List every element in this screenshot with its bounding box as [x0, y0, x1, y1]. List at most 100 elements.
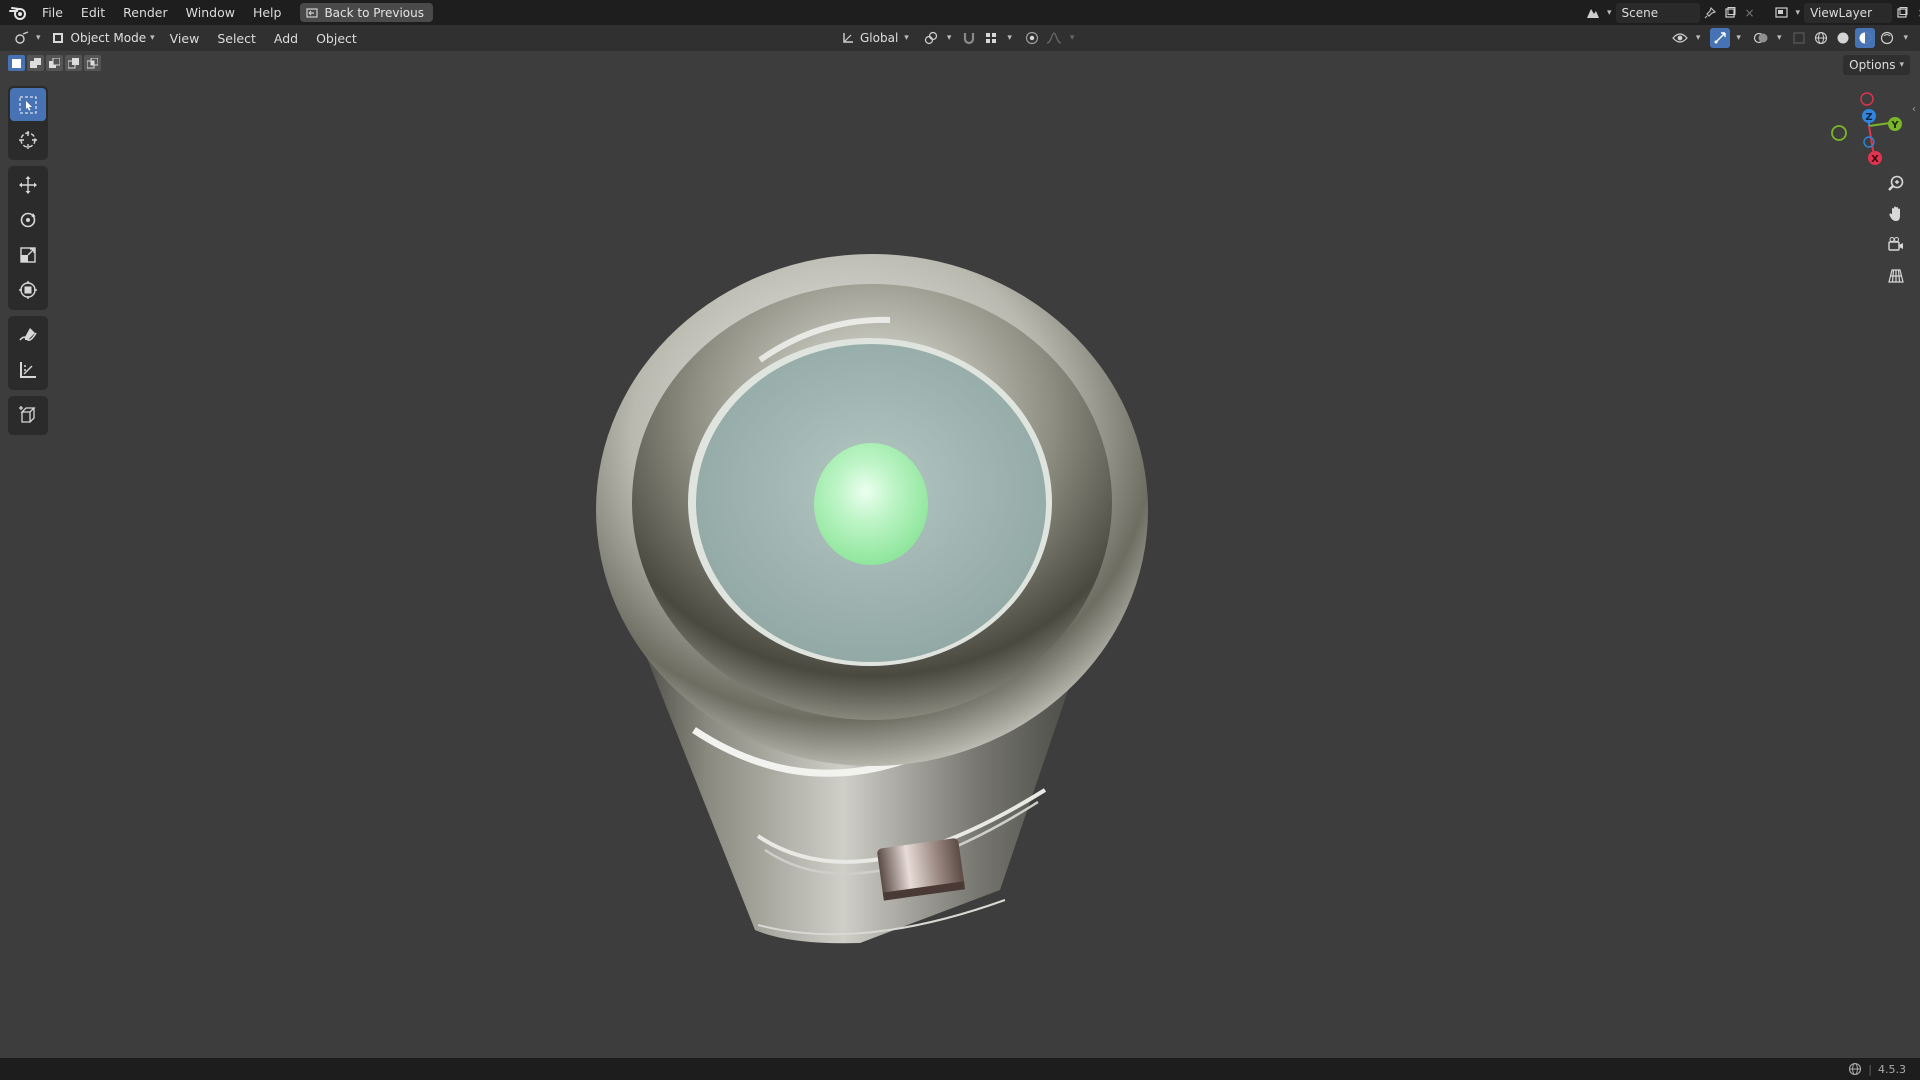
- chevron-down-icon[interactable]: ▾: [1070, 33, 1075, 43]
- cursor-tool-icon[interactable]: [10, 123, 46, 156]
- chevron-down-icon[interactable]: ▾: [1903, 33, 1908, 43]
- scene-name-field[interactable]: Scene: [1615, 2, 1700, 23]
- pivot-point-icon[interactable]: [921, 28, 941, 48]
- viewport-display-tools: ▾ ▾ ▾ ▾: [1670, 28, 1908, 48]
- transform-orientation-label[interactable]: Global: [860, 31, 898, 45]
- back-to-previous-button[interactable]: Back to Previous: [300, 3, 433, 22]
- viewport-header: ▾ Object Mode ▾ View Select Add Object G…: [0, 25, 1920, 51]
- options-dropdown[interactable]: Options ▾: [1843, 55, 1910, 75]
- gizmo-x-label: X: [1871, 154, 1879, 165]
- chevron-down-icon[interactable]: ▾: [947, 33, 952, 43]
- view-layer-icon[interactable]: [1772, 3, 1792, 23]
- version-info: | 4.5.3: [1848, 1062, 1906, 1076]
- top-menu-bar: File Edit Render Window Help Back to Pre…: [0, 0, 1920, 25]
- transform-tool-icon[interactable]: [10, 273, 46, 306]
- scene-icon[interactable]: [1583, 3, 1603, 23]
- select-subtract-icon[interactable]: [46, 55, 63, 71]
- wireframe-shading-icon[interactable]: [1811, 28, 1831, 48]
- left-toolbar: [8, 86, 48, 441]
- falloff-curve-icon[interactable]: [1044, 28, 1064, 48]
- chevron-down-icon[interactable]: ▾: [1796, 8, 1801, 18]
- overlays-icon[interactable]: [1751, 28, 1771, 48]
- options-label: Options: [1849, 58, 1896, 72]
- sidebar-toggle-icon[interactable]: ‹: [1912, 104, 1916, 115]
- select-new-icon[interactable]: [8, 55, 25, 71]
- chevron-down-icon: ▾: [1899, 60, 1904, 70]
- navigation-gizmo[interactable]: Z Y X: [1822, 88, 1920, 168]
- material-preview-shading-icon[interactable]: [1855, 28, 1876, 48]
- transform-tools-group: Global ▾ ▾ ▾ ▾: [838, 28, 1074, 48]
- camera-view-icon[interactable]: [1882, 232, 1910, 257]
- rotate-tool-icon[interactable]: [10, 203, 46, 236]
- chevron-down-icon[interactable]: ▾: [1607, 8, 1612, 18]
- menu-view[interactable]: View: [161, 31, 209, 46]
- pin-icon[interactable]: [1700, 3, 1720, 23]
- toolgroup-annotate: [8, 316, 48, 390]
- object-mode-label: Object Mode: [70, 31, 147, 45]
- xray-toggle-icon[interactable]: [1789, 28, 1809, 48]
- menu-select[interactable]: Select: [208, 31, 265, 46]
- annotate-tool-icon[interactable]: [10, 318, 46, 351]
- editor-type-icon[interactable]: [12, 28, 32, 48]
- chevron-down-icon[interactable]: ▾: [1007, 33, 1012, 43]
- menu-window[interactable]: Window: [177, 5, 244, 20]
- gizmo-y-label: Y: [1890, 120, 1899, 131]
- led-emitter: [814, 443, 928, 565]
- view-layer-field[interactable]: ViewLayer: [1804, 2, 1893, 23]
- perspective-grid-icon[interactable]: [1882, 263, 1910, 288]
- status-bar: | 4.5.3: [0, 1058, 1920, 1080]
- zoom-icon[interactable]: [1882, 170, 1910, 195]
- screen-back-icon: [306, 7, 319, 18]
- select-intersect-icon[interactable]: [84, 55, 101, 71]
- snap-increment-icon[interactable]: [981, 28, 1001, 48]
- menu-file[interactable]: File: [33, 5, 72, 20]
- viewport-3d-object[interactable]: [560, 240, 1160, 963]
- menu-edit[interactable]: Edit: [72, 5, 114, 20]
- chevron-down-icon[interactable]: ▾: [1736, 33, 1741, 43]
- gizmo-neg-y-dot[interactable]: [1831, 125, 1847, 141]
- visibility-eye-icon[interactable]: [1670, 28, 1690, 48]
- pan-hand-icon[interactable]: [1882, 201, 1910, 226]
- new-scene-icon[interactable]: [1720, 3, 1740, 23]
- menu-add[interactable]: Add: [265, 31, 307, 46]
- move-tool-icon[interactable]: [10, 168, 46, 201]
- proportional-editing-icon[interactable]: [1022, 28, 1042, 48]
- menu-help[interactable]: Help: [244, 5, 291, 20]
- object-mode-icon: [52, 33, 63, 43]
- gizmo-z-label: Z: [1865, 112, 1872, 123]
- blender-logo-icon[interactable]: [7, 2, 29, 24]
- selection-mode-bar: [8, 55, 101, 71]
- rendered-shading-icon[interactable]: [1877, 28, 1897, 48]
- transform-orientation-icon[interactable]: [838, 28, 858, 48]
- chevron-down-icon[interactable]: ▾: [1777, 33, 1782, 43]
- new-view-layer-icon[interactable]: [1892, 3, 1912, 23]
- measure-tool-icon[interactable]: [10, 353, 46, 386]
- toolgroup-transform: [8, 166, 48, 310]
- gizmo-toggle-icon[interactable]: [1710, 28, 1731, 48]
- object-mode-dropdown[interactable]: Object Mode ▾: [45, 28, 161, 48]
- select-box-tool-icon[interactable]: [10, 88, 46, 121]
- menu-object[interactable]: Object: [307, 31, 366, 46]
- blender-version: 4.5.3: [1878, 1062, 1906, 1076]
- chevron-down-icon[interactable]: ▾: [36, 33, 41, 43]
- globe-icon[interactable]: [1848, 1062, 1862, 1076]
- select-extend-icon[interactable]: [27, 55, 44, 71]
- view-layer-name: ViewLayer: [1810, 5, 1872, 20]
- select-invert-icon[interactable]: [65, 55, 82, 71]
- scale-tool-icon[interactable]: [10, 238, 46, 271]
- snap-magnet-icon[interactable]: [959, 28, 979, 48]
- add-cube-tool-icon[interactable]: [10, 398, 46, 431]
- chevron-down-icon: ▾: [150, 33, 155, 43]
- chevron-down-icon[interactable]: ▾: [904, 33, 909, 43]
- close-view-layer-icon[interactable]: ×: [1912, 3, 1920, 23]
- chevron-down-icon[interactable]: ▾: [1696, 33, 1701, 43]
- solid-shading-icon[interactable]: [1833, 28, 1853, 48]
- toolgroup-select: [8, 86, 48, 160]
- status-separator: |: [1868, 1062, 1872, 1076]
- gizmo-neg-x-dot[interactable]: [1860, 92, 1874, 106]
- viewport-nav-buttons: [1882, 170, 1910, 288]
- scene-name: Scene: [1621, 5, 1659, 20]
- scene-selector-group: ▾ Scene × ▾ ViewLayer ×: [1583, 2, 1920, 23]
- close-scene-icon[interactable]: ×: [1740, 3, 1760, 23]
- menu-render[interactable]: Render: [114, 5, 177, 20]
